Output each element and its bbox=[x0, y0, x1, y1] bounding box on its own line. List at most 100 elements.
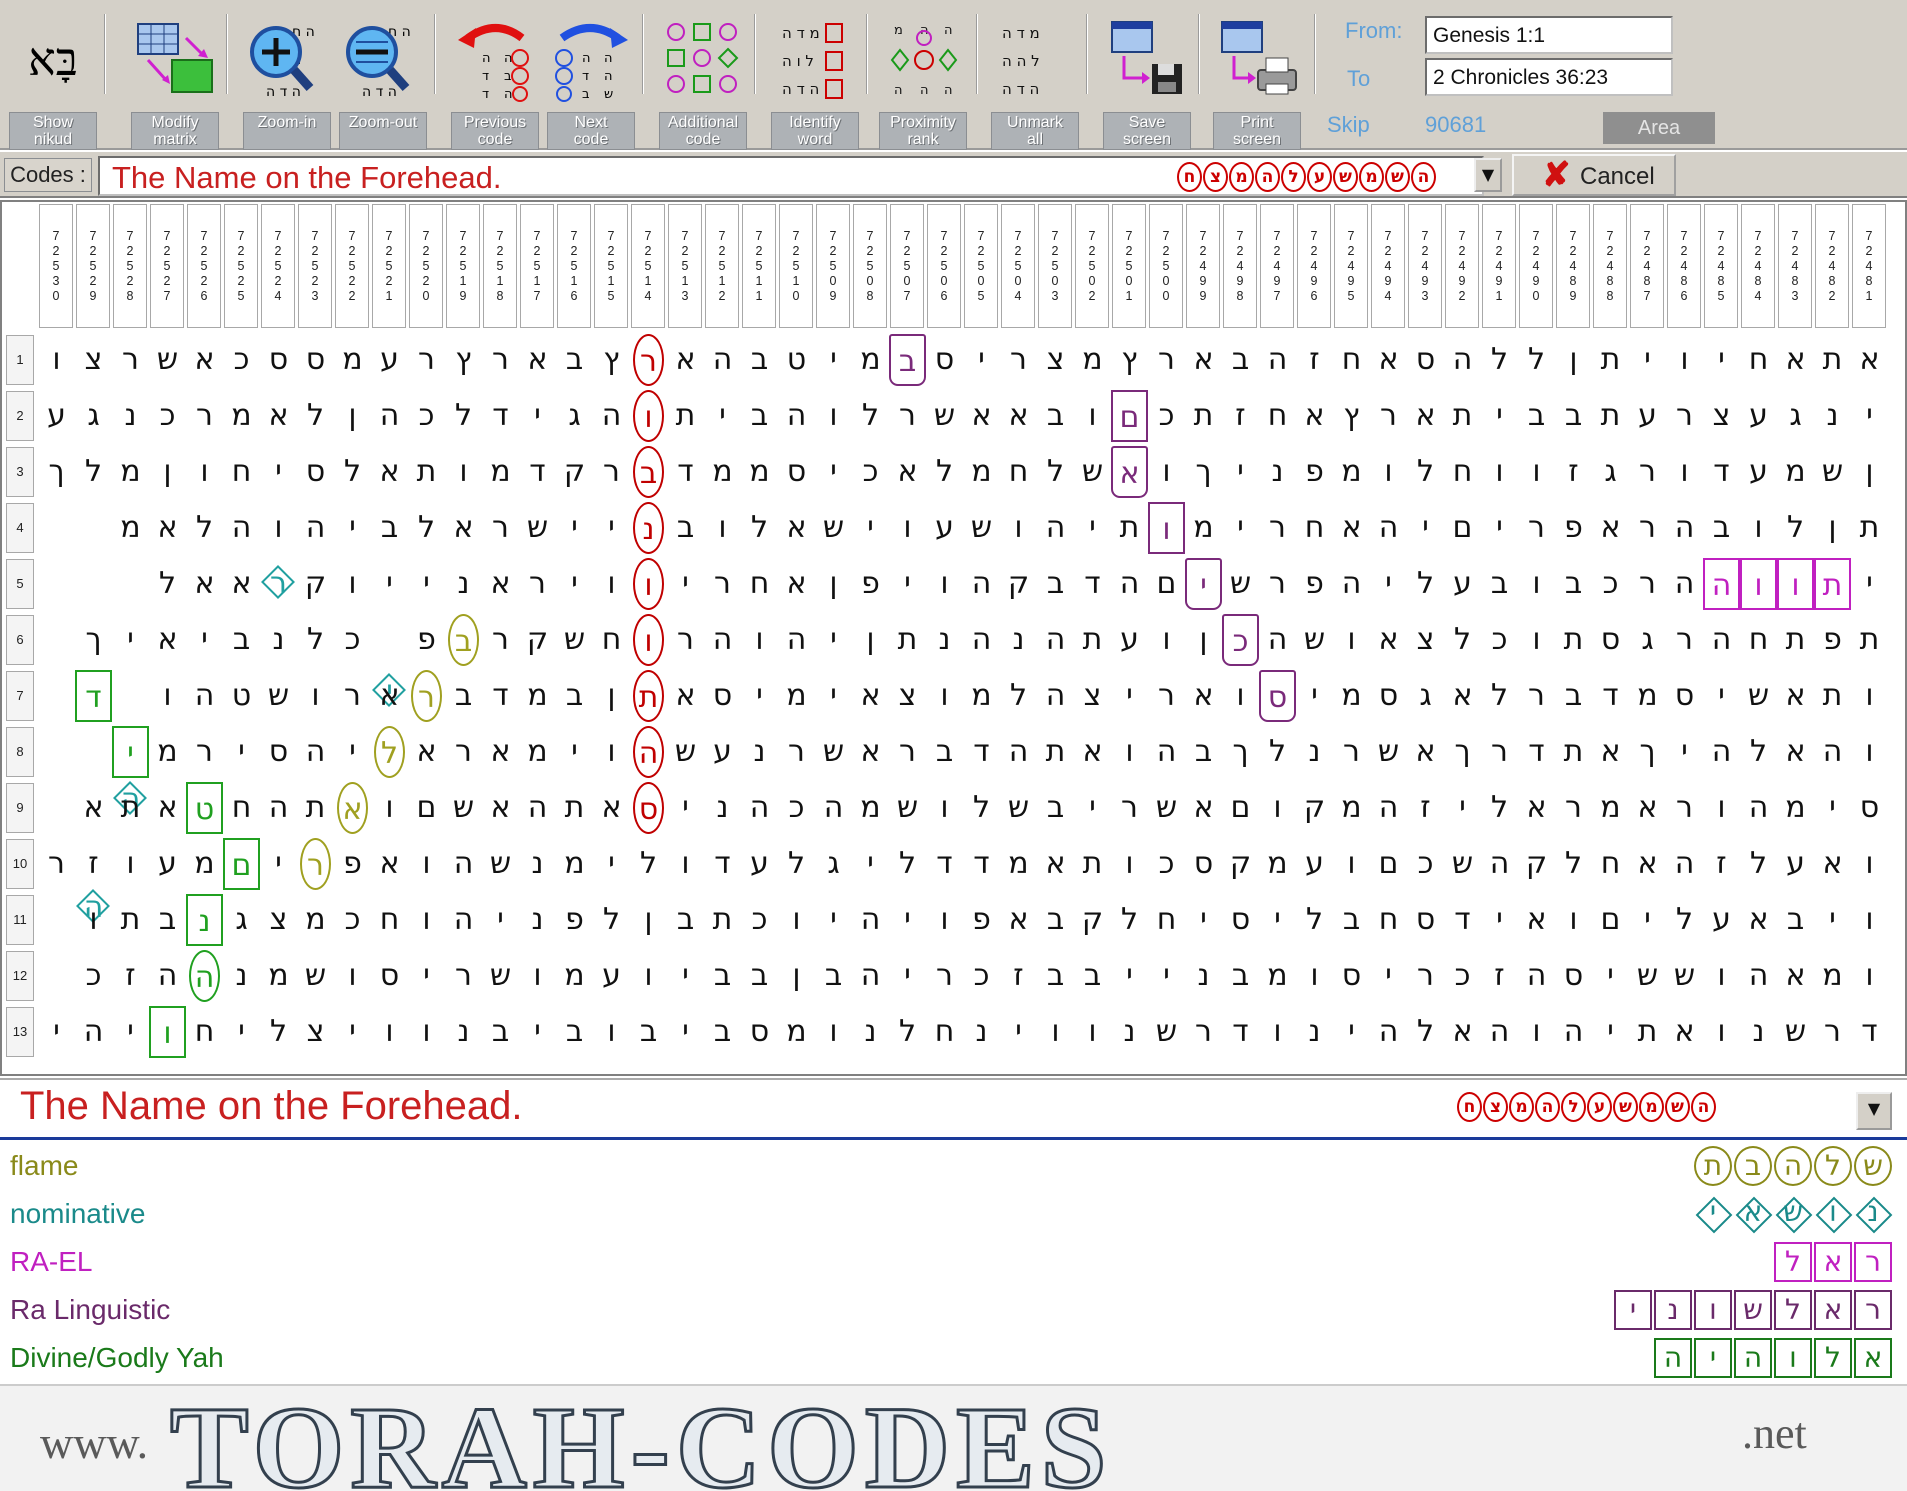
matrix-letter[interactable]: א bbox=[1740, 894, 1777, 946]
matrix-letter[interactable]: י bbox=[593, 838, 630, 890]
matrix-letter[interactable]: ה bbox=[963, 614, 1000, 666]
matrix-letter[interactable]: י bbox=[852, 838, 889, 890]
matrix-letter[interactable]: ב bbox=[1037, 782, 1074, 834]
matrix-letter[interactable]: ר bbox=[186, 390, 223, 442]
matrix-letter[interactable]: ב bbox=[1555, 558, 1592, 610]
matrix-letter[interactable]: ש bbox=[1370, 726, 1407, 778]
matrix-letter-marked[interactable]: נ bbox=[186, 894, 223, 946]
matrix-letter[interactable]: ה bbox=[1555, 1006, 1592, 1058]
matrix-letter[interactable]: י bbox=[1148, 950, 1185, 1002]
matrix-letter[interactable]: ב bbox=[1222, 950, 1259, 1002]
matrix-letter[interactable]: א bbox=[1777, 670, 1814, 722]
matrix-letter-marked[interactable]: א bbox=[1111, 446, 1148, 498]
matrix-letter[interactable]: ו bbox=[260, 502, 297, 554]
matrix-letter[interactable]: ו bbox=[1851, 670, 1888, 722]
matrix-letter[interactable]: י bbox=[334, 726, 371, 778]
matrix-letter[interactable]: ס bbox=[741, 1006, 778, 1058]
matrix-letter[interactable]: ו bbox=[1074, 390, 1111, 442]
matrix-letter[interactable]: ר bbox=[519, 558, 556, 610]
matrix-letter[interactable]: ו bbox=[889, 502, 926, 554]
matrix-letter[interactable]: ש bbox=[1148, 782, 1185, 834]
matrix-letter[interactable]: ר bbox=[186, 726, 223, 778]
matrix-letter-marked[interactable]: ר bbox=[300, 838, 331, 890]
matrix-letter[interactable]: ס bbox=[778, 446, 815, 498]
matrix-letter[interactable]: ר bbox=[1518, 502, 1555, 554]
matrix-letter[interactable]: כ bbox=[963, 950, 1000, 1002]
matrix-letter[interactable]: צ bbox=[1074, 670, 1111, 722]
matrix-letter[interactable]: י bbox=[1185, 894, 1222, 946]
matrix-letter[interactable]: ש bbox=[1444, 838, 1481, 890]
matrix-letter[interactable]: ל bbox=[297, 390, 334, 442]
matrix-letter[interactable]: י bbox=[1592, 950, 1629, 1002]
matrix-letter[interactable]: ו bbox=[1222, 670, 1259, 722]
matrix-letter[interactable]: י bbox=[593, 502, 630, 554]
matrix-letter[interactable]: ד bbox=[667, 446, 704, 498]
matrix-letter[interactable]: ה bbox=[1481, 1006, 1518, 1058]
matrix-letter[interactable]: י bbox=[667, 950, 704, 1002]
matrix-letter[interactable]: ל bbox=[778, 838, 815, 890]
result-term[interactable]: nominative bbox=[10, 1198, 145, 1230]
matrix-letter[interactable]: נ bbox=[1185, 950, 1222, 1002]
matrix-letter[interactable]: נ bbox=[852, 1006, 889, 1058]
matrix-letter[interactable]: ל bbox=[445, 390, 482, 442]
matrix-letter[interactable]: ש bbox=[926, 390, 963, 442]
matrix-letter[interactable]: א bbox=[260, 390, 297, 442]
matrix-letter[interactable]: ו bbox=[1518, 446, 1555, 498]
matrix-letter[interactable]: נ bbox=[445, 1006, 482, 1058]
matrix-letter[interactable]: י bbox=[963, 334, 1000, 386]
matrix-letter[interactable]: ר bbox=[1185, 1006, 1222, 1058]
matrix-letter[interactable]: ס bbox=[260, 334, 297, 386]
matrix-letter[interactable]: ל bbox=[1481, 782, 1518, 834]
matrix-letter[interactable]: י bbox=[889, 894, 926, 946]
matrix-letter[interactable]: א bbox=[1777, 726, 1814, 778]
matrix-letter[interactable]: י bbox=[667, 782, 704, 834]
matrix-letter[interactable]: א bbox=[852, 670, 889, 722]
matrix-letter[interactable]: ז bbox=[112, 950, 149, 1002]
matrix-letter[interactable]: ד bbox=[519, 446, 556, 498]
matrix-letter[interactable]: ל bbox=[1000, 670, 1037, 722]
matrix-letter[interactable]: כ bbox=[1407, 838, 1444, 890]
matrix-letter[interactable]: ת bbox=[1592, 390, 1629, 442]
matrix-letter[interactable]: ר bbox=[1629, 558, 1666, 610]
proximity-rank-button[interactable]: מההההה Proximity rank bbox=[874, 6, 972, 150]
matrix-letter[interactable]: כ bbox=[778, 782, 815, 834]
matrix-letter[interactable]: י bbox=[1481, 894, 1518, 946]
matrix-letter[interactable]: מ bbox=[556, 838, 593, 890]
matrix-letter[interactable]: ו bbox=[926, 782, 963, 834]
matrix-letter[interactable]: ן bbox=[1814, 502, 1851, 554]
matrix-letter[interactable]: ע bbox=[593, 950, 630, 1002]
matrix-letter[interactable]: ל bbox=[1481, 670, 1518, 722]
matrix-letter[interactable]: ב bbox=[556, 334, 593, 386]
matrix-letter[interactable]: י bbox=[371, 558, 408, 610]
matrix-letter[interactable]: ב bbox=[741, 334, 778, 386]
matrix-letter[interactable]: י bbox=[1592, 1006, 1629, 1058]
matrix-letter[interactable]: ר bbox=[1666, 782, 1703, 834]
matrix-letter[interactable]: ר bbox=[1370, 390, 1407, 442]
matrix-letter[interactable]: ר bbox=[445, 950, 482, 1002]
matrix-letter[interactable]: ש bbox=[667, 726, 704, 778]
matrix-letter[interactable]: ת bbox=[112, 894, 149, 946]
matrix-letter[interactable]: ח bbox=[186, 1006, 223, 1058]
save-screen-button[interactable]: Save screen bbox=[1098, 6, 1196, 150]
matrix-letter[interactable]: ז bbox=[1555, 446, 1592, 498]
matrix-letter[interactable]: ה bbox=[519, 782, 556, 834]
matrix-letter[interactable]: ג bbox=[815, 838, 852, 890]
matrix-letter[interactable]: ס bbox=[1851, 782, 1888, 834]
matrix-letter[interactable]: ע bbox=[1740, 390, 1777, 442]
matrix-letter[interactable]: מ bbox=[556, 950, 593, 1002]
matrix-letter[interactable]: נ bbox=[445, 558, 482, 610]
matrix-letter[interactable]: ו bbox=[593, 726, 630, 778]
matrix-letter[interactable]: ו bbox=[1259, 782, 1296, 834]
matrix-letter[interactable]: ד bbox=[1518, 726, 1555, 778]
matrix-letter[interactable]: כ bbox=[223, 334, 260, 386]
matrix-letter[interactable]: א bbox=[1370, 334, 1407, 386]
matrix-letter[interactable]: י bbox=[1370, 558, 1407, 610]
matrix-letter[interactable]: צ bbox=[260, 894, 297, 946]
matrix-letter[interactable]: ר bbox=[1000, 334, 1037, 386]
matrix-letter[interactable]: ו bbox=[1851, 950, 1888, 1002]
matrix-letter[interactable]: ח bbox=[926, 1006, 963, 1058]
matrix-letter[interactable]: ב bbox=[482, 1006, 519, 1058]
matrix-letter[interactable]: ך bbox=[1629, 726, 1666, 778]
matrix-letter[interactable]: ה bbox=[1370, 782, 1407, 834]
matrix-letter[interactable]: ז bbox=[1407, 782, 1444, 834]
